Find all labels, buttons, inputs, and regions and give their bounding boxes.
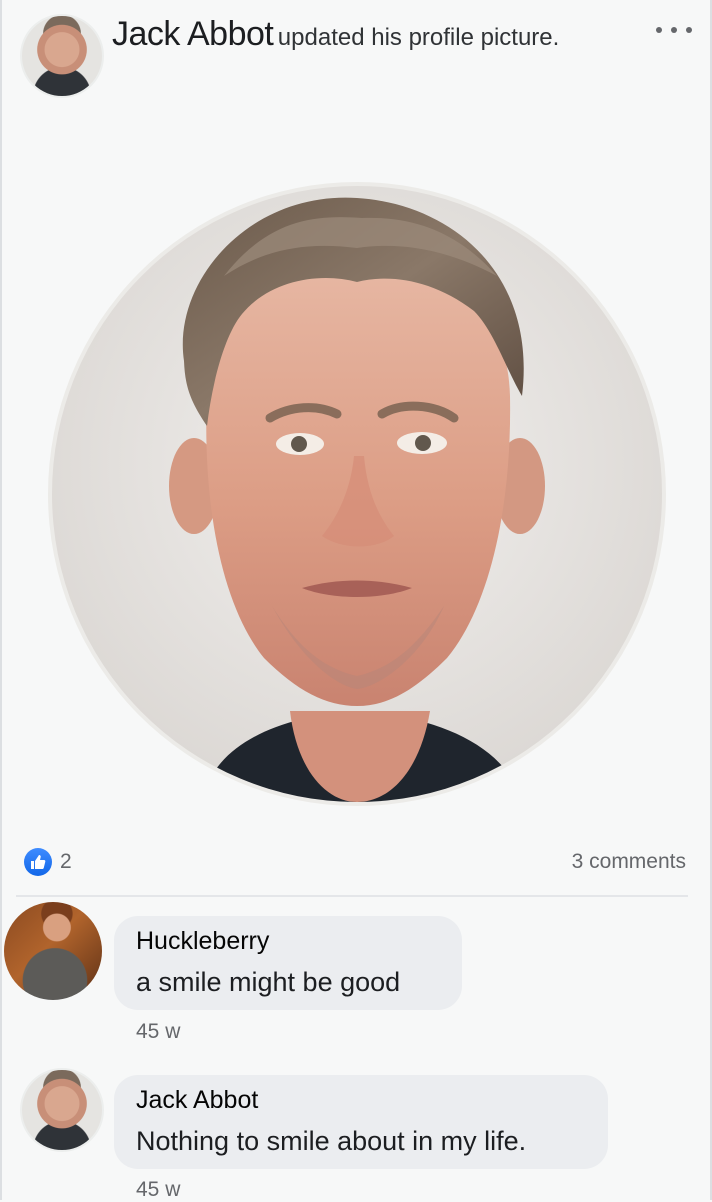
more-horizontal-icon	[686, 27, 692, 33]
comment-text: Nothing to smile about in my life.	[136, 1126, 527, 1156]
like-thumb-icon	[24, 848, 52, 876]
commenter-name-link[interactable]: Huckleberry	[136, 925, 269, 957]
more-options-button[interactable]	[656, 18, 692, 42]
profile-picture-image	[52, 186, 662, 802]
more-horizontal-icon	[671, 27, 677, 33]
author-name-link[interactable]: Jack Abbot	[112, 15, 274, 53]
commenter-name-link[interactable]: Jack Abbot	[136, 1084, 258, 1116]
comment-text: a smile might be good	[136, 967, 401, 997]
post-action: updated his profile picture.	[277, 24, 560, 51]
comment-bubble: Jack Abbot Nothing to smile about in my …	[114, 1075, 608, 1169]
left-frame-line	[0, 0, 2, 1200]
comments-count-link[interactable]: 3 comments	[572, 846, 686, 878]
like-summary[interactable]: 2	[24, 846, 72, 878]
reply-author-avatar[interactable]	[20, 1068, 104, 1152]
post-title: Jack Abbot updated his profile picture.	[112, 14, 582, 61]
post-header: Jack Abbot updated his profile picture.	[0, 0, 712, 110]
comment-timestamp[interactable]: 45 w	[136, 1178, 180, 1202]
comment-timestamp[interactable]: 45 w	[136, 1020, 180, 1044]
huckleberry-avatar[interactable]	[4, 902, 102, 1000]
reactions-divider	[16, 895, 688, 897]
author-avatar[interactable]	[20, 14, 104, 98]
profile-picture[interactable]	[48, 182, 666, 806]
more-horizontal-icon	[656, 27, 662, 33]
like-count: 2	[60, 850, 72, 873]
comment-bubble: Huckleberry a smile might be good	[114, 916, 462, 1010]
